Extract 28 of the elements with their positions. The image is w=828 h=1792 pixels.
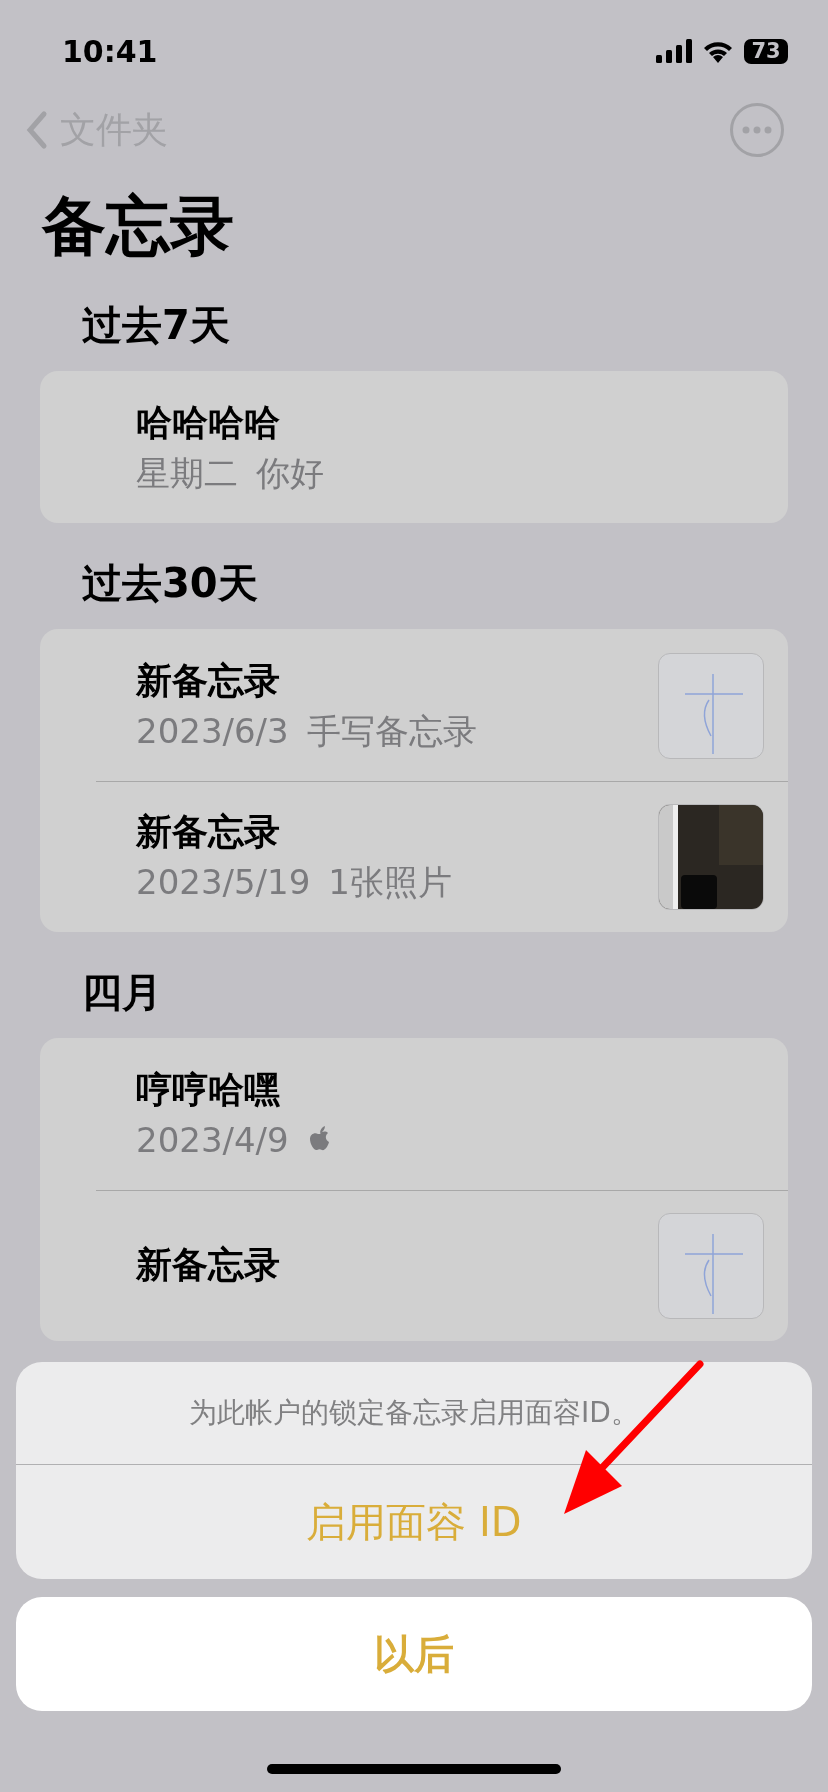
note-preview: 你好 xyxy=(256,452,324,496)
note-date: 2023/5/19 xyxy=(136,861,311,905)
signal-icon xyxy=(656,39,692,63)
note-date: 2023/4/9 xyxy=(136,1119,289,1163)
note-row[interactable]: 新备忘录 2023/6/3 手写备忘录 xyxy=(96,628,788,781)
note-date: 2023/6/3 xyxy=(136,710,289,754)
wifi-icon xyxy=(702,39,734,63)
note-row[interactable]: 哈哈哈哈 星期二 你好 xyxy=(96,370,788,523)
battery-icon: 73 xyxy=(744,38,788,64)
more-button[interactable] xyxy=(730,103,784,157)
note-title: 哈哈哈哈 xyxy=(136,401,281,446)
note-row[interactable]: 新备忘录 xyxy=(96,1189,788,1341)
section-heading: 四月 xyxy=(82,967,163,1017)
section-heading: 过去30天 xyxy=(82,558,259,608)
note-title: 哼哼哈嘿 xyxy=(136,1068,281,1113)
chevron-left-icon xyxy=(26,110,48,150)
section-heading: 过去7天 xyxy=(82,300,231,350)
page-title: 备忘录 xyxy=(42,188,235,265)
ellipsis-icon xyxy=(742,126,772,134)
note-row[interactable]: 哼哼哈嘿 2023/4/9 xyxy=(96,1037,788,1190)
note-title: 新备忘录 xyxy=(136,810,281,855)
note-date: 星期二 xyxy=(136,452,238,496)
note-title: 新备忘录 xyxy=(136,659,281,704)
note-preview: 1张照片 xyxy=(328,861,452,905)
note-title: 新备忘录 xyxy=(136,1243,280,1288)
status-time: 10:41 xyxy=(62,33,158,69)
note-preview: 手写备忘录 xyxy=(306,710,477,754)
note-row[interactable]: 新备忘录 2023/5/19 1张照片 xyxy=(96,780,788,932)
